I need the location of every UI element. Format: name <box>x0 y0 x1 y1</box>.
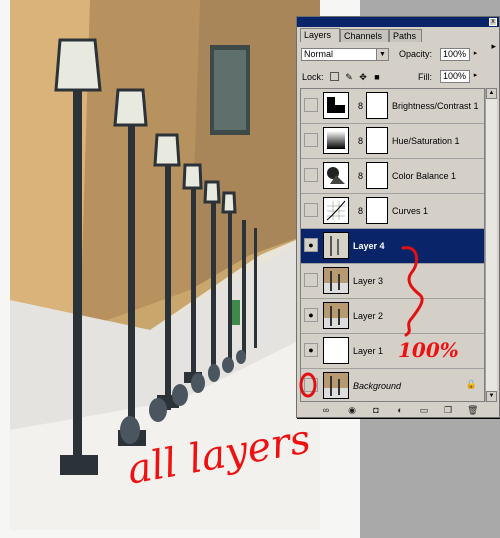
adjustment-thumbnail-icon <box>323 197 349 224</box>
lock-transparency-icon[interactable] <box>330 72 339 81</box>
blend-mode-select[interactable]: Normal ▼ <box>301 48 389 61</box>
visibility-toggle[interactable] <box>304 98 318 112</box>
layer-thumbnail <box>323 232 349 259</box>
visibility-toggle[interactable] <box>304 168 318 182</box>
fill-field[interactable]: 100% <box>440 70 470 83</box>
layer-row-brightness-contrast[interactable]: 8 Brightness/Contrast 1 <box>301 89 484 124</box>
add-mask-icon[interactable]: ◘ <box>371 405 381 415</box>
opacity-field[interactable]: 100% <box>440 48 470 61</box>
layer-name[interactable]: Color Balance 1 <box>392 169 456 183</box>
layer-row-curves[interactable]: 8 Curves 1 <box>301 194 484 229</box>
layers-scrollbar[interactable]: ▲ ▼ <box>485 88 497 402</box>
visibility-toggle[interactable] <box>304 203 318 217</box>
scroll-down-icon[interactable]: ▼ <box>486 391 497 402</box>
panel-footer: ∞ ◉ ◘ ◐ ▭ ❐ 🗑 <box>297 403 499 417</box>
layer-name[interactable]: Curves 1 <box>392 204 428 218</box>
layer-name[interactable]: Layer 2 <box>353 309 383 323</box>
eye-icon[interactable]: ● <box>304 308 318 322</box>
link-chain-icon: 8 <box>358 136 364 146</box>
new-layer-icon[interactable]: ❐ <box>443 405 453 415</box>
chevron-down-icon[interactable]: ▼ <box>376 49 388 60</box>
layer-mask-thumbnail <box>366 197 388 224</box>
layer-name[interactable]: Background <box>353 379 401 393</box>
layer-thumbnail <box>323 372 349 399</box>
layer-name[interactable]: Layer 3 <box>353 274 383 288</box>
visibility-toggle[interactable] <box>304 273 318 287</box>
opacity-arrow-icon[interactable]: ▸ <box>471 48 480 60</box>
layer-thumbnail <box>323 302 349 329</box>
lock-move-icon[interactable]: ✥ <box>358 72 368 82</box>
fill-arrow-icon[interactable]: ▸ <box>471 70 480 82</box>
layer-row-color-balance[interactable]: 8 Color Balance 1 <box>301 159 484 194</box>
lock-paint-brush-icon[interactable]: ✎ <box>344 72 354 82</box>
visibility-toggle[interactable] <box>304 133 318 147</box>
lock-all-icon[interactable]: ■ <box>372 72 382 82</box>
blend-mode-value: Normal <box>304 49 334 59</box>
layer-style-icon[interactable]: ◉ <box>347 405 357 415</box>
panel-tabs: Layers Channels Paths ▸ <box>297 28 499 51</box>
link-chain-icon: 8 <box>358 206 364 216</box>
panel-menu-icon[interactable]: ▸ <box>491 41 496 52</box>
percent-annotation: 100% <box>398 338 459 362</box>
layer-name[interactable]: Hue/Saturation 1 <box>392 134 460 148</box>
layer-mask-thumbnail <box>366 162 388 189</box>
lock-label: Lock: <box>302 72 324 82</box>
lock-icon: 🔒 <box>465 379 477 389</box>
layer-row-layer-2[interactable]: ● Layer 2 <box>301 299 484 334</box>
tab-channels[interactable]: Channels <box>340 29 389 42</box>
tab-layers[interactable]: Layers <box>300 28 340 42</box>
new-group-icon[interactable]: ▭ <box>419 405 429 415</box>
layer-mask-thumbnail <box>366 92 388 119</box>
fill-label: Fill: <box>418 72 432 82</box>
layer-name[interactable]: Layer 1 <box>353 344 383 358</box>
layer-row-hue-saturation[interactable]: 8 Hue/Saturation 1 <box>301 124 484 159</box>
layer-thumbnail <box>323 267 349 294</box>
eye-icon[interactable]: ● <box>304 343 318 357</box>
document-canvas: x Layers Channels Paths ▸ Normal ▼ Opaci… <box>0 0 500 538</box>
layer-row-layer-4[interactable]: ● Layer 4 <box>301 229 484 264</box>
tab-paths[interactable]: Paths <box>389 29 422 42</box>
layer-name[interactable]: Layer 4 <box>353 239 385 253</box>
new-adjustment-layer-icon[interactable]: ◐ <box>395 405 405 415</box>
layer-mask-thumbnail <box>366 127 388 154</box>
link-chain-icon: 8 <box>358 101 364 111</box>
close-icon[interactable]: x <box>489 18 497 26</box>
link-chain-icon: 8 <box>358 171 364 181</box>
panel-titlebar[interactable]: x <box>297 17 499 27</box>
opacity-label: Opacity: <box>399 49 433 59</box>
scroll-up-icon[interactable]: ▲ <box>486 88 497 99</box>
adjustment-thumbnail-icon <box>323 162 349 189</box>
visibility-toggle[interactable] <box>304 378 318 392</box>
trash-icon[interactable]: 🗑 <box>467 405 478 415</box>
layer-thumbnail <box>323 337 349 364</box>
layer-row-layer-3[interactable]: Layer 3 <box>301 264 484 299</box>
layer-row-background[interactable]: Background 🔒 <box>301 369 484 401</box>
adjustment-thumbnail-icon <box>323 92 349 119</box>
adjustment-thumbnail-icon <box>323 127 349 154</box>
link-layers-icon[interactable]: ∞ <box>321 405 331 415</box>
eye-icon[interactable]: ● <box>304 238 318 252</box>
layer-name[interactable]: Brightness/Contrast 1 <box>392 99 479 113</box>
